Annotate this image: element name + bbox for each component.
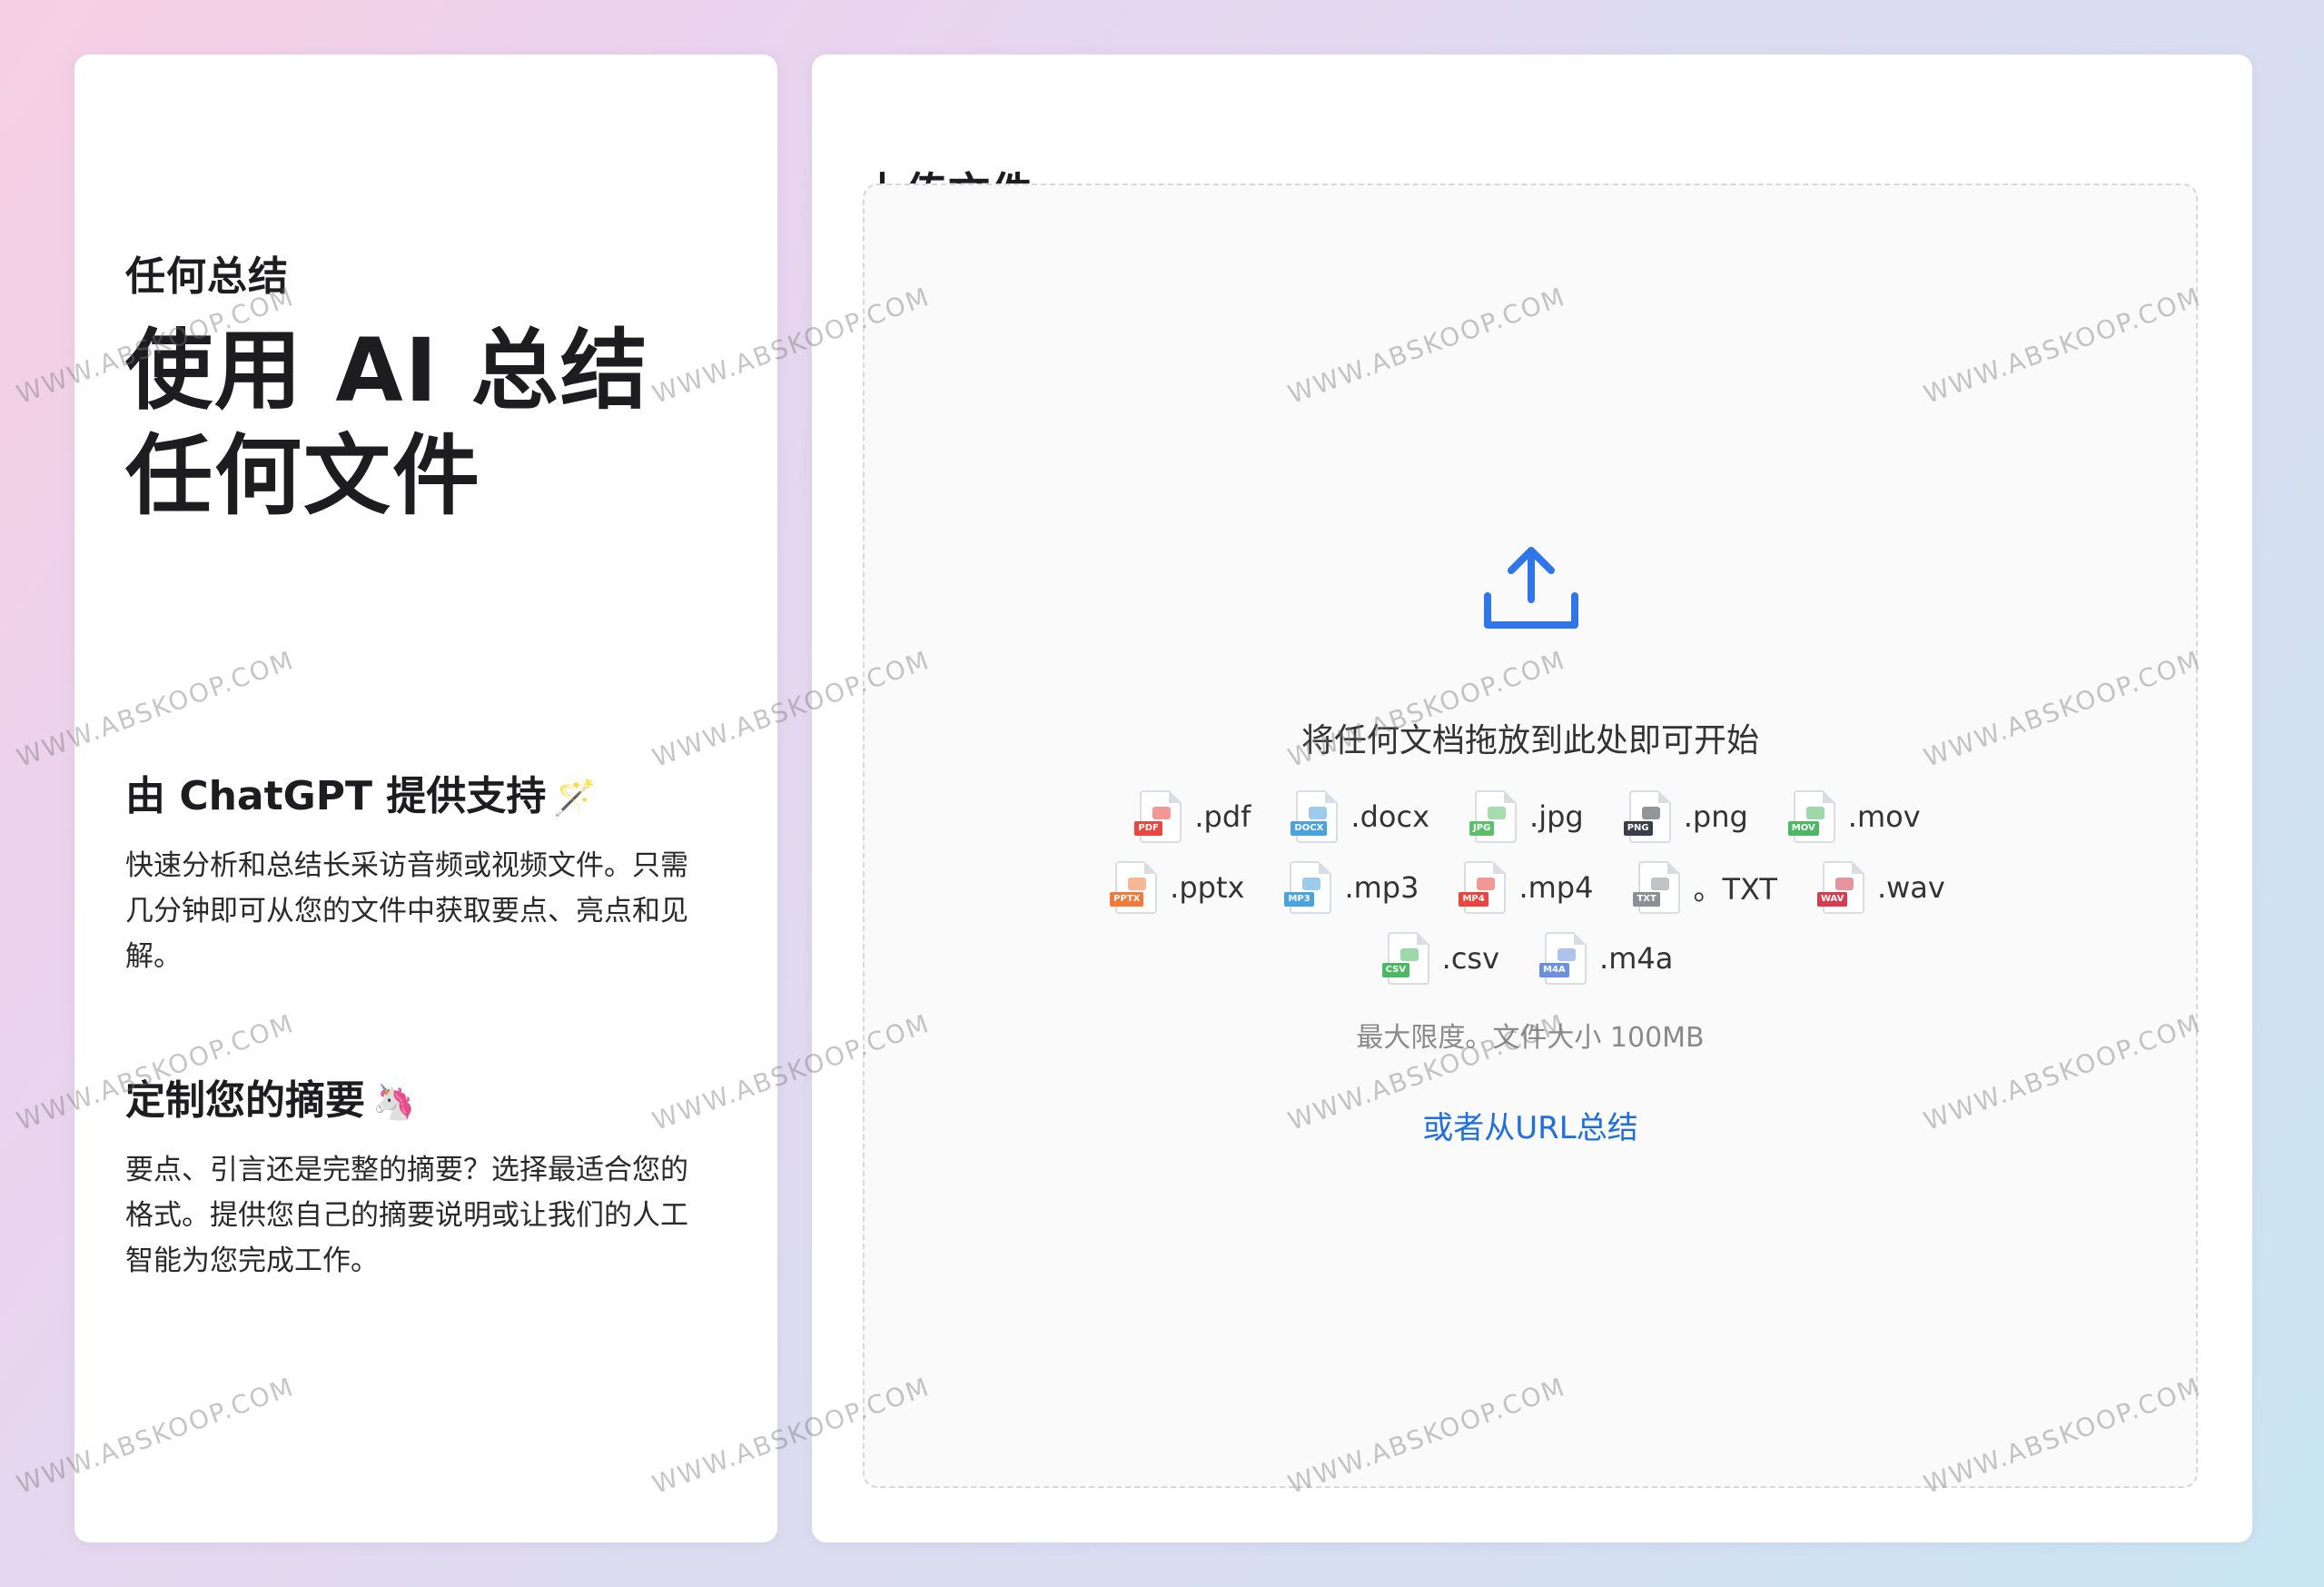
- feature-title-custom-summary: 定制您的摘要 🦄: [125, 1067, 415, 1126]
- file-type-label: .png: [1683, 799, 1748, 834]
- unicorn-icon: 🦄: [372, 1082, 416, 1122]
- csv-file-icon: CSV: [1381, 932, 1429, 985]
- file-type-label: .m4a: [1599, 941, 1674, 976]
- file-size-limit: 最大限度。文件大小 100MB: [1356, 1022, 1705, 1054]
- file-type-label: .docx: [1350, 799, 1430, 834]
- m4a-file-icon: M4A: [1539, 932, 1587, 985]
- file-type-mp3: MP3 .mp3: [1284, 861, 1419, 914]
- file-type-png: PNG .png: [1623, 790, 1748, 843]
- feature-title-chatgpt: 由 ChatGPT 提供支持 🪄: [125, 763, 597, 821]
- file-type-label: .jpg: [1529, 799, 1584, 834]
- file-type-wav: WAV .wav: [1816, 861, 1945, 914]
- hero-title: 使用 AI 总结任何文件: [125, 320, 649, 527]
- file-type-docx: DOCX .docx: [1291, 790, 1430, 843]
- file-type-pptx: PPTX .pptx: [1110, 861, 1245, 914]
- file-type-m4a: M4A .m4a: [1539, 932, 1674, 985]
- file-type-label: .wav: [1876, 870, 1945, 905]
- file-type-label: .mp4: [1518, 870, 1594, 905]
- wav-file-icon: WAV: [1816, 861, 1864, 914]
- pptx-file-icon: PPTX: [1110, 861, 1158, 914]
- file-type-label: 。TXT: [1693, 872, 1777, 907]
- upload-arrow-icon: [1484, 547, 1578, 629]
- mov-file-icon: MOV: [1787, 790, 1835, 843]
- feature-title-text: 由 ChatGPT 提供支持: [125, 773, 547, 819]
- file-type-pdf: PDF .pdf: [1134, 790, 1251, 843]
- file-type-csv: CSV .csv: [1381, 932, 1500, 985]
- file-types-row: PPTX .pptx MP3 .mp3 MP4 .mp4 TXT 。TXT WAV .wa…: [865, 861, 2196, 914]
- intro-panel: 任何总结 使用 AI 总结任何文件 由 ChatGPT 提供支持 🪄 快速分析和总…: [74, 55, 777, 1542]
- file-types-row: PDF .pdf DOCX .docx JPG .jpg PNG .png MOV .mo…: [865, 790, 2196, 843]
- file-type-jpg: JPG .jpg: [1469, 790, 1584, 843]
- mp3-file-icon: MP3: [1284, 861, 1332, 914]
- magic-wand-icon: 🪄: [553, 778, 597, 818]
- txt-file-icon: TXT: [1633, 861, 1681, 914]
- upload-panel: 上传文件 将任何文档拖放到此处即可开始 PDF.pdf DOCX.docx JP…: [812, 55, 2252, 1542]
- file-type-label: .mp3: [1344, 870, 1419, 905]
- eyebrow-label: 任何总结: [125, 253, 289, 300]
- docx-file-icon: DOCX: [1291, 790, 1339, 843]
- file-type-label: .mov: [1847, 799, 1921, 834]
- file-type-mov: MOV .mov: [1787, 790, 1921, 843]
- file-types-row: CSV .csv M4A .m4a: [865, 932, 2196, 985]
- file-dropzone[interactable]: 将任何文档拖放到此处即可开始 PDF .pdf DOCX .docx JPG .jpg…: [863, 183, 2198, 1488]
- drop-prompt: 将任何文档拖放到此处即可开始: [1300, 722, 1759, 759]
- file-type-mp4: MP4 .mp4: [1459, 861, 1594, 914]
- feature-title-text: 定制您的摘要: [125, 1077, 365, 1124]
- pdf-file-icon: PDF: [1134, 790, 1182, 843]
- summarize-from-url-link[interactable]: 或者从URL总结: [865, 1103, 2196, 1147]
- feature-desc-custom-summary: 要点、引言还是完整的摘要？选择最适合您的格式。提供您自己的摘要说明或让我们的人工…: [125, 1154, 688, 1277]
- mp4-file-icon: MP4: [1459, 861, 1507, 914]
- feature-desc-chatgpt: 快速分析和总结长采访音频或视频文件。只需几分钟即可从您的文件中获取要点、亮点和见…: [125, 849, 688, 973]
- file-type-label: .pdf: [1194, 799, 1251, 834]
- file-type-label: .pptx: [1170, 870, 1245, 905]
- jpg-file-icon: JPG: [1469, 790, 1518, 843]
- file-type-label: .csv: [1441, 941, 1500, 976]
- png-file-icon: PNG: [1623, 790, 1671, 843]
- file-type-txt: TXT 。TXT: [1633, 861, 1777, 914]
